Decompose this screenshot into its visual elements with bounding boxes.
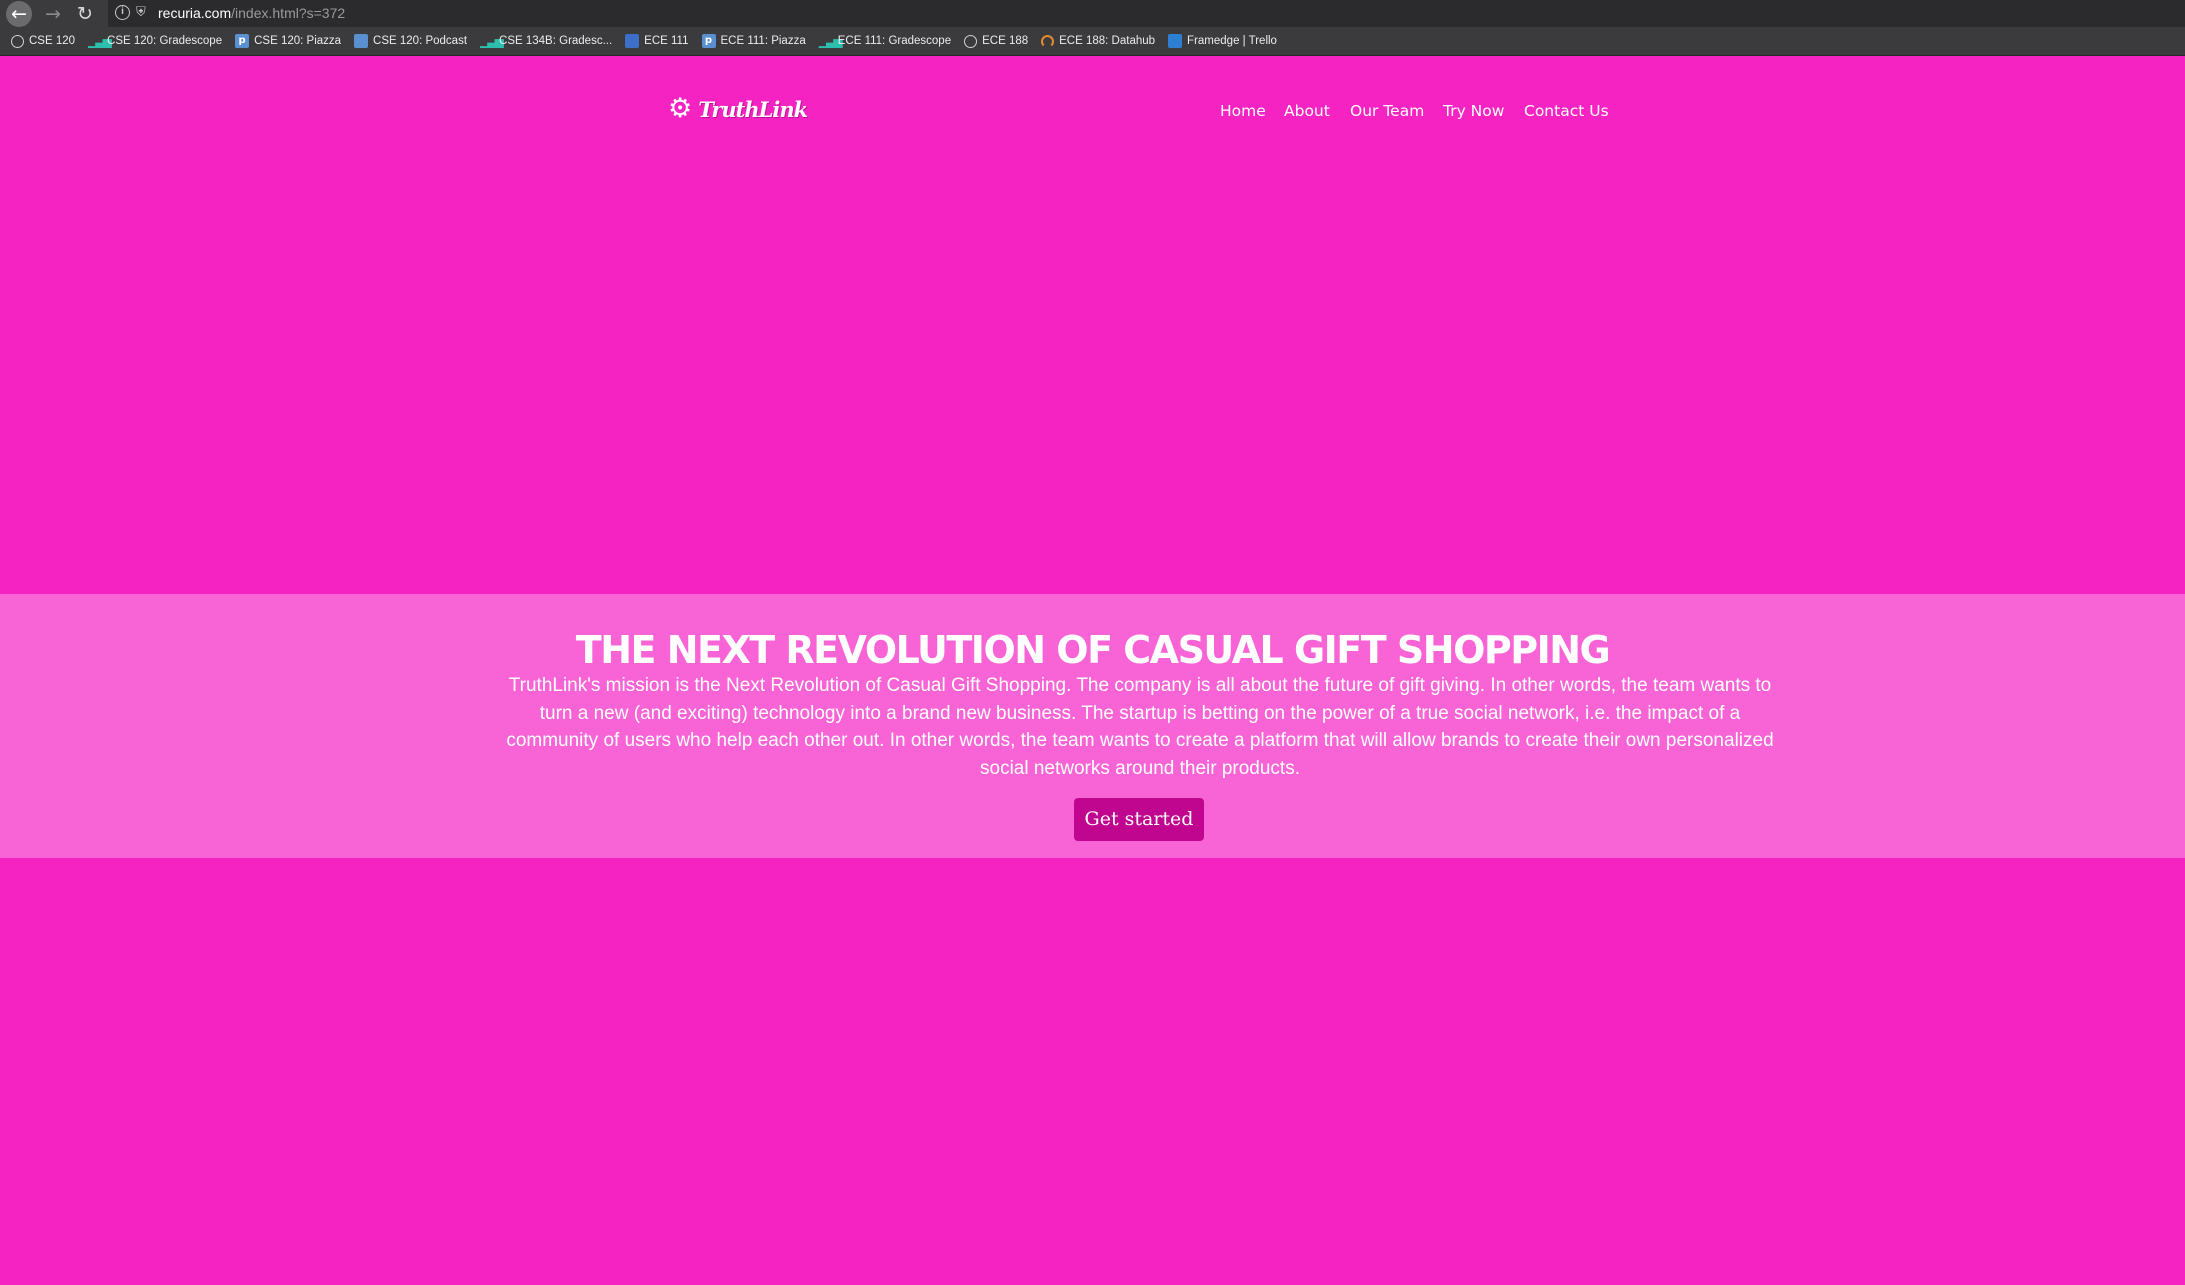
address-bar[interactable]: i ⛨ recuria.com/index.html?s=372 xyxy=(108,0,2185,27)
piazza-icon: p xyxy=(701,34,716,48)
hero-description: TruthLink's mission is the Next Revoluti… xyxy=(506,675,1774,779)
bookmark-label: ECE 111 xyxy=(644,35,689,47)
bookmarks-bar: CSE 120 ▁▃▅ CSE 120: Gradescope p CSE 120:… xyxy=(0,27,2185,56)
url-host: recuria.com xyxy=(158,5,232,21)
podcast-icon xyxy=(354,34,369,48)
bookmark-cse120-gradescope[interactable]: ▁▃▅ CSE 120: Gradescope xyxy=(88,34,222,48)
page: ⚙ TruthLink Home About Our Team Try Now … xyxy=(0,57,2185,1285)
edx-icon xyxy=(625,34,640,48)
bookmark-cse120-piazza[interactable]: p CSE 120: Piazza xyxy=(235,34,341,48)
bookmark-ece188-datahub[interactable]: ECE 188: Datahub xyxy=(1041,34,1156,48)
logo-text: TruthLink xyxy=(698,96,808,122)
reload-icon[interactable]: ↻ xyxy=(72,1,98,27)
bookmark-label: Framedge | Trello xyxy=(1187,35,1277,47)
url-path: /index.html?s=372 xyxy=(231,5,346,21)
gradescope-icon: ▁▃▅ xyxy=(88,34,112,48)
globe-icon xyxy=(964,34,978,48)
gradescope-icon: ▁▃▅ xyxy=(818,34,843,48)
globe-icon xyxy=(11,34,24,48)
back-arrow-icon[interactable]: ← xyxy=(6,1,32,27)
get-started-button[interactable]: Get started xyxy=(1074,798,1204,841)
trello-icon xyxy=(1168,34,1183,48)
bookmark-label: ECE 188: Datahub xyxy=(1059,35,1156,47)
nav-try-now[interactable]: Try Now xyxy=(1443,102,1504,120)
bookmark-label: CSE 120: Gradescope xyxy=(107,35,223,47)
info-icon[interactable]: i xyxy=(115,5,130,20)
bookmark-label: ECE 111: Gradescope xyxy=(837,35,952,47)
url-text[interactable]: recuria.com/index.html?s=372 xyxy=(158,5,345,21)
site-logo[interactable]: ⚙ TruthLink xyxy=(668,93,808,124)
forward-arrow-icon[interactable]: → xyxy=(40,1,66,27)
bookmark-cse134b-gradescope[interactable]: ▁▃▅ CSE 134B: Gradesc... xyxy=(480,34,612,48)
piazza-icon: p xyxy=(235,34,250,48)
nav-contact-us[interactable]: Contact Us xyxy=(1524,102,1609,120)
bookmark-ece188[interactable]: ECE 188 xyxy=(964,34,1029,48)
browser-toolbar: ← → ↻ i ⛨ recuria.com/index.html?s=372 xyxy=(0,0,2185,27)
datahub-icon xyxy=(1041,34,1055,48)
bookmark-label: ECE 188 xyxy=(982,35,1029,47)
bookmark-label: CSE 120: Piazza xyxy=(254,35,342,47)
bookmark-label: CSE 120 xyxy=(29,35,76,47)
bookmark-label: CSE 120: Podcast xyxy=(373,35,468,47)
nav-our-team[interactable]: Our Team xyxy=(1350,102,1424,120)
bookmark-ece111-piazza[interactable]: p ECE 111: Piazza xyxy=(701,34,806,48)
bookmark-trello[interactable]: Framedge | Trello xyxy=(1168,34,1277,48)
bookmark-label: ECE 111: Piazza xyxy=(720,35,806,47)
bookmark-cse120-podcast[interactable]: CSE 120: Podcast xyxy=(354,34,467,48)
nav-about[interactable]: About xyxy=(1284,102,1330,120)
hero-title: THE NEXT REVOLUTION OF CASUAL GIFT SHOPP… xyxy=(575,628,1611,672)
nav-home[interactable]: Home xyxy=(1220,102,1266,120)
hero-section: THE NEXT REVOLUTION OF CASUAL GIFT SHOPP… xyxy=(0,594,2185,858)
shield-icon[interactable]: ⛨ xyxy=(136,4,149,20)
bookmark-ece111-gradescope[interactable]: ▁▃▅ ECE 111: Gradescope xyxy=(819,34,951,48)
bookmark-ece111[interactable]: ECE 111 xyxy=(625,34,689,48)
bookmark-label: CSE 134B: Gradesc... xyxy=(499,35,613,47)
bookmark-cse120[interactable]: CSE 120 xyxy=(11,34,76,48)
gear-icon: ⚙ xyxy=(668,93,693,124)
gradescope-icon: ▁▃▅ xyxy=(480,34,504,48)
